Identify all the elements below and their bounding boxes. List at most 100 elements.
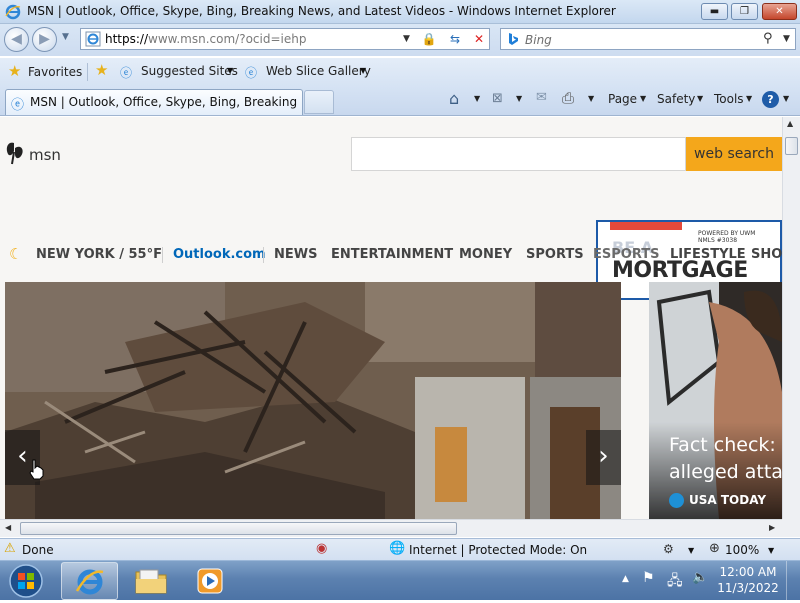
ie-page-icon: ⓔ (120, 66, 133, 80)
tab-row: ⓔ MSN | Outlook, Office, Skype, Bing, Br… (0, 86, 800, 116)
network-icon[interactable]: 🖧 (667, 570, 683, 594)
show-hidden-icons-icon[interactable]: ▲ (622, 574, 629, 584)
search-options-dropdown-icon[interactable]: ▼ (783, 34, 790, 44)
suggested-sites-label: Suggested Sites (141, 64, 238, 78)
tab-favicon-icon: ⓔ (11, 98, 25, 113)
web-search-input[interactable] (351, 137, 686, 171)
carousel-next-button[interactable]: › (586, 430, 621, 485)
nav-news[interactable]: NEWS (274, 247, 317, 262)
status-text: Done (22, 543, 54, 557)
page-favicon-icon (85, 31, 101, 47)
clock-time: 12:00 AM (719, 565, 777, 579)
chevron-left-icon: ‹ (17, 441, 28, 471)
internet-explorer-icon (75, 569, 104, 595)
vertical-scrollbar[interactable]: ▲ (782, 117, 800, 519)
new-tab-button[interactable] (304, 90, 334, 114)
page-menu[interactable]: Page ▼ (606, 86, 652, 114)
suggested-sites-link[interactable]: ⓔ Suggested Sites ▼ (120, 62, 238, 82)
address-dropdown-icon[interactable]: ▼ (403, 34, 410, 44)
moon-icon: ☾ (9, 245, 23, 263)
forward-button[interactable]: ▶ (32, 27, 57, 52)
address-url: https://www.msn.com/?ocid=iehp (105, 32, 307, 46)
nav-money[interactable]: MONEY (459, 247, 512, 262)
nav-lifestyle[interactable]: LIFESTYLE (670, 247, 746, 262)
favorites-label: Favorites (28, 65, 83, 79)
home-icon[interactable]: ⌂ (449, 89, 459, 108)
maximize-button[interactable]: ❐ (731, 3, 758, 20)
restore-icon: ❐ (740, 6, 749, 17)
protected-mode-icon[interactable]: ⚙ (663, 542, 674, 556)
volume-muted-icon[interactable]: 🔈 (692, 570, 708, 585)
feeds-icon[interactable]: ⊠ (492, 91, 503, 106)
chevron-down-icon: ▼ (227, 66, 234, 75)
nav-esports[interactable]: ESPORTS (593, 247, 659, 262)
next-story-card[interactable]: Fact check: P alleged attac USA TODAY (649, 282, 782, 519)
scrollbar-corner (782, 519, 800, 537)
nav-shopping[interactable]: SHO (751, 247, 782, 262)
start-button[interactable] (4, 562, 50, 600)
favorites-bar: ★ Favorites ★ ⓔ Suggested Sites ▼ ⓔ Web … (0, 58, 800, 86)
taskbar-media-player[interactable] (182, 562, 239, 600)
help-icon[interactable]: ? (762, 91, 779, 108)
web-slice-gallery-link[interactable]: ⓔ Web Slice Gallery ▼ (245, 62, 371, 82)
chevron-down-icon: ▼ (360, 66, 367, 75)
divider (263, 247, 264, 263)
ie-logo-icon (5, 4, 21, 20)
feeds-dropdown-icon[interactable]: ▼ (516, 94, 522, 103)
privacy-icon[interactable]: ◉ (316, 541, 327, 556)
security-zone-text[interactable]: Internet | Protected Mode: On (409, 543, 587, 557)
minimize-button[interactable]: ▬ (701, 3, 728, 20)
favorites-button[interactable]: ★ Favorites (6, 62, 83, 82)
horizontal-scrollbar[interactable]: ◀ ▶ (0, 519, 782, 537)
search-icon[interactable]: ⚲ (763, 31, 773, 46)
print-icon[interactable]: ⎙ (562, 89, 574, 107)
action-center-flag-icon[interactable]: ⚑ (642, 570, 655, 586)
taskbar-clock[interactable]: 12:00 AM 11/3/2022 (712, 564, 784, 596)
chevron-down-icon: ▼ (640, 94, 647, 103)
folder-icon (135, 569, 167, 594)
show-desktop-button[interactable] (786, 561, 800, 601)
warning-icon[interactable]: ⚠ (4, 541, 16, 556)
hand-cursor-icon (29, 459, 44, 480)
taskbar-windows-explorer[interactable] (122, 562, 179, 600)
media-player-icon (197, 568, 223, 594)
hero-carousel-image[interactable]: ‹ › (5, 282, 621, 519)
story-source: USA TODAY (669, 493, 766, 508)
close-button[interactable]: ✕ (762, 3, 797, 20)
chevron-down-icon[interactable]: ▼ (688, 546, 694, 555)
ie-page-icon: ⓔ (245, 66, 258, 80)
web-search-button[interactable]: web search (686, 137, 782, 171)
minimize-icon: ▬ (709, 6, 720, 17)
weather-link[interactable]: NEW YORK / 55°F (36, 247, 162, 262)
vertical-scroll-thumb[interactable] (785, 137, 798, 155)
mail-icon[interactable]: ✉ (536, 90, 547, 105)
add-favorite-icon[interactable]: ★ (95, 61, 108, 79)
nav-sports[interactable]: SPORTS (526, 247, 584, 262)
chevron-down-icon: ▼ (746, 94, 753, 103)
scroll-right-arrow-icon[interactable]: ▶ (769, 523, 775, 532)
msn-nav-bar: ☾ NEW YORK / 55°F Outlook.com NEWS ENTER… (0, 239, 782, 273)
nav-entertainment[interactable]: ENTERTAINMENT (331, 247, 453, 262)
recent-pages-dropdown-icon[interactable]: ▼ (62, 32, 69, 42)
horizontal-scroll-thumb[interactable] (20, 522, 457, 535)
stop-icon[interactable]: ✕ (467, 28, 491, 50)
tools-menu[interactable]: Tools ▼ (712, 86, 758, 114)
nav-outlook[interactable]: Outlook.com (173, 247, 266, 262)
scroll-left-arrow-icon[interactable]: ◀ (5, 523, 11, 532)
tab-msn[interactable]: ⓔ MSN | Outlook, Office, Skype, Bing, Br… (5, 89, 303, 115)
zoom-dropdown-icon[interactable]: ▼ (768, 546, 774, 555)
lock-icon[interactable]: 🔒 (417, 28, 441, 50)
taskbar-internet-explorer[interactable] (61, 562, 118, 600)
scroll-up-arrow-icon[interactable]: ▲ (787, 119, 793, 128)
address-bar[interactable]: https://www.msn.com/?ocid=iehp ▼ 🔒 ⇆ ✕ (80, 28, 490, 50)
search-box[interactable]: Bing ⚲ ▼ (500, 28, 796, 50)
zoom-level[interactable]: 100% (725, 543, 759, 557)
print-dropdown-icon[interactable]: ▼ (588, 94, 594, 103)
home-dropdown-icon[interactable]: ▼ (474, 94, 480, 103)
refresh-icon[interactable]: ⇆ (443, 28, 467, 50)
story-headline[interactable]: Fact check: P alleged attac (669, 432, 782, 486)
safety-menu[interactable]: Safety ▼ (655, 86, 709, 114)
help-dropdown-icon[interactable]: ▼ (783, 94, 789, 103)
back-button[interactable]: ◀ (4, 27, 29, 52)
address-row: ◀ ▶ ▼ https://www.msn.com/?ocid=iehp ▼ 🔒… (0, 24, 800, 56)
